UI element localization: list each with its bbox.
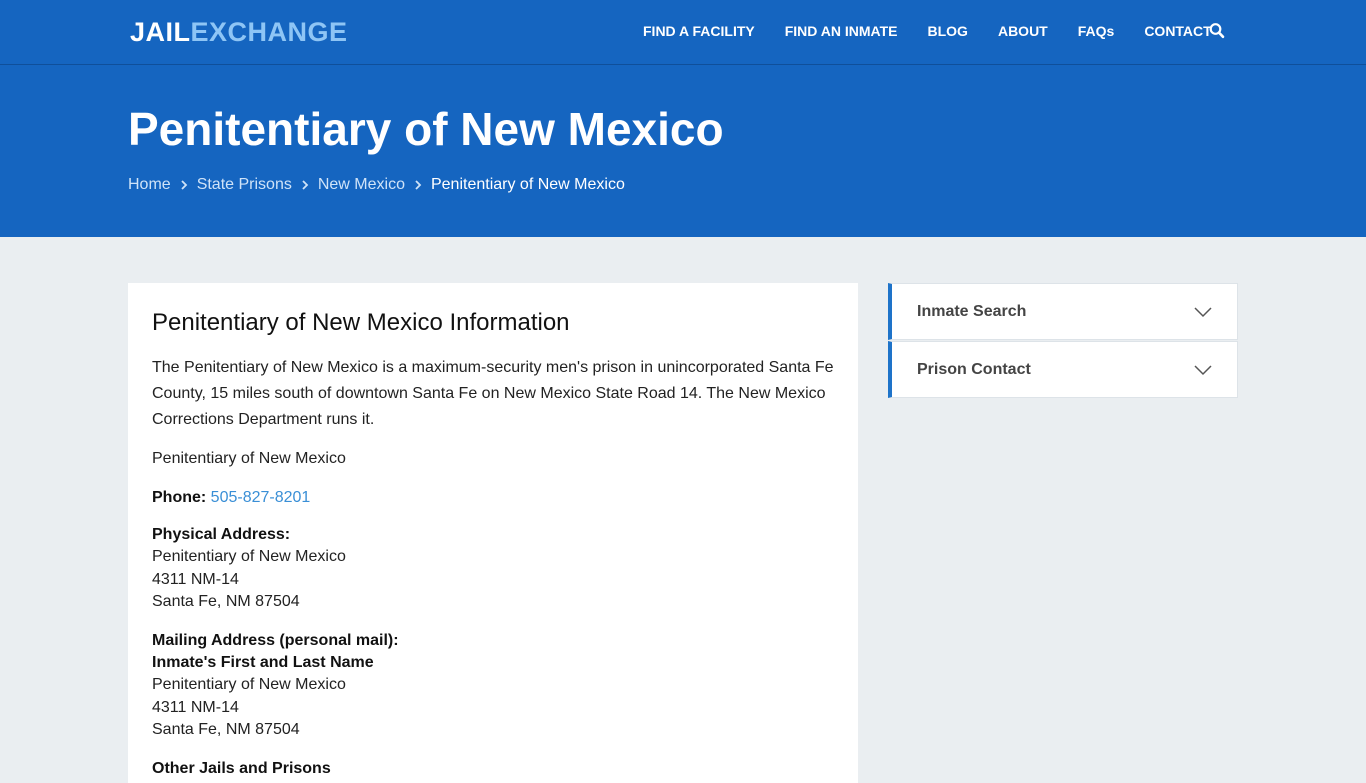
other-jails-section: Other Jails and Prisons: [152, 758, 834, 780]
facility-info-card: Penitentiary of New Mexico Information T…: [128, 283, 858, 783]
mailing-address: Mailing Address (personal mail): Inmate'…: [152, 630, 834, 742]
facility-intro: The Penitentiary of New Mexico is a maxi…: [152, 359, 834, 428]
other-jails-label: Other Jails and Prisons: [152, 759, 331, 777]
chevron-right-icon: [300, 175, 310, 195]
page-title: Penitentiary of New Mexico: [128, 103, 724, 155]
accordion-label: Inmate Search: [917, 303, 1027, 320]
address-line: Penitentiary of New Mexico: [152, 548, 346, 566]
mailing-address-label: Mailing Address (personal mail):: [152, 631, 399, 649]
phone-label: Phone:: [152, 489, 207, 506]
address-line: Santa Fe, NM 87504: [152, 593, 300, 611]
breadcrumb-new-mexico[interactable]: New Mexico: [318, 175, 405, 195]
site-logo[interactable]: JAILEXCHANGE: [130, 16, 348, 48]
physical-address-label: Physical Address:: [152, 526, 291, 543]
sidebar: Inmate Search Prison Contact: [888, 283, 1238, 399]
accordion-prison-contact[interactable]: Prison Contact: [888, 341, 1238, 398]
accordion-inmate-search[interactable]: Inmate Search: [888, 283, 1238, 340]
logo-text-exchange: EXCHANGE: [190, 17, 348, 47]
address-line: Penitentiary of New Mexico: [152, 676, 346, 694]
page-hero: Penitentiary of New Mexico Home State Pr…: [0, 65, 1366, 237]
nav-find-facility[interactable]: FIND A FACILITY: [643, 22, 755, 40]
breadcrumb: Home State Prisons New Mexico Penitentia…: [128, 175, 625, 195]
breadcrumb-current: Penitentiary of New Mexico: [430, 176, 625, 193]
phone-row: Phone: 505-827-8201: [152, 485, 834, 511]
logo-text-jail: JAIL: [130, 17, 191, 47]
nav-blog[interactable]: BLOG: [928, 22, 968, 40]
breadcrumb-home[interactable]: Home: [128, 175, 171, 195]
chevron-right-icon: [413, 175, 423, 195]
physical-address: Physical Address: Penitentiary of New Me…: [152, 524, 834, 614]
chevron-down-icon: [1194, 305, 1212, 319]
top-navbar: JAILEXCHANGE FIND A FACILITY FIND AN INM…: [0, 0, 1366, 65]
nav-faqs[interactable]: FAQs: [1078, 22, 1115, 40]
nav-contact[interactable]: CONTACT: [1144, 22, 1211, 40]
chevron-right-icon: [179, 175, 189, 195]
phone-link[interactable]: 505-827-8201: [211, 489, 311, 506]
search-icon[interactable]: [1209, 22, 1225, 40]
breadcrumb-state-prisons[interactable]: State Prisons: [197, 175, 292, 195]
mailing-recipient: Inmate's First and Last Name: [152, 654, 374, 672]
chevron-down-icon: [1194, 363, 1212, 377]
nav-about[interactable]: ABOUT: [998, 22, 1048, 40]
facility-name: Penitentiary of New Mexico: [152, 450, 346, 467]
info-heading: Penitentiary of New Mexico Information: [152, 309, 570, 336]
address-line: 4311 NM-14: [152, 570, 239, 588]
main-menu: FIND A FACILITY FIND AN INMATE BLOG ABOU…: [643, 22, 1242, 40]
address-line: Santa Fe, NM 87504: [152, 721, 300, 739]
address-line: 4311 NM-14: [152, 698, 239, 716]
accordion-label: Prison Contact: [917, 361, 1031, 378]
nav-find-inmate[interactable]: FIND AN INMATE: [785, 22, 898, 40]
